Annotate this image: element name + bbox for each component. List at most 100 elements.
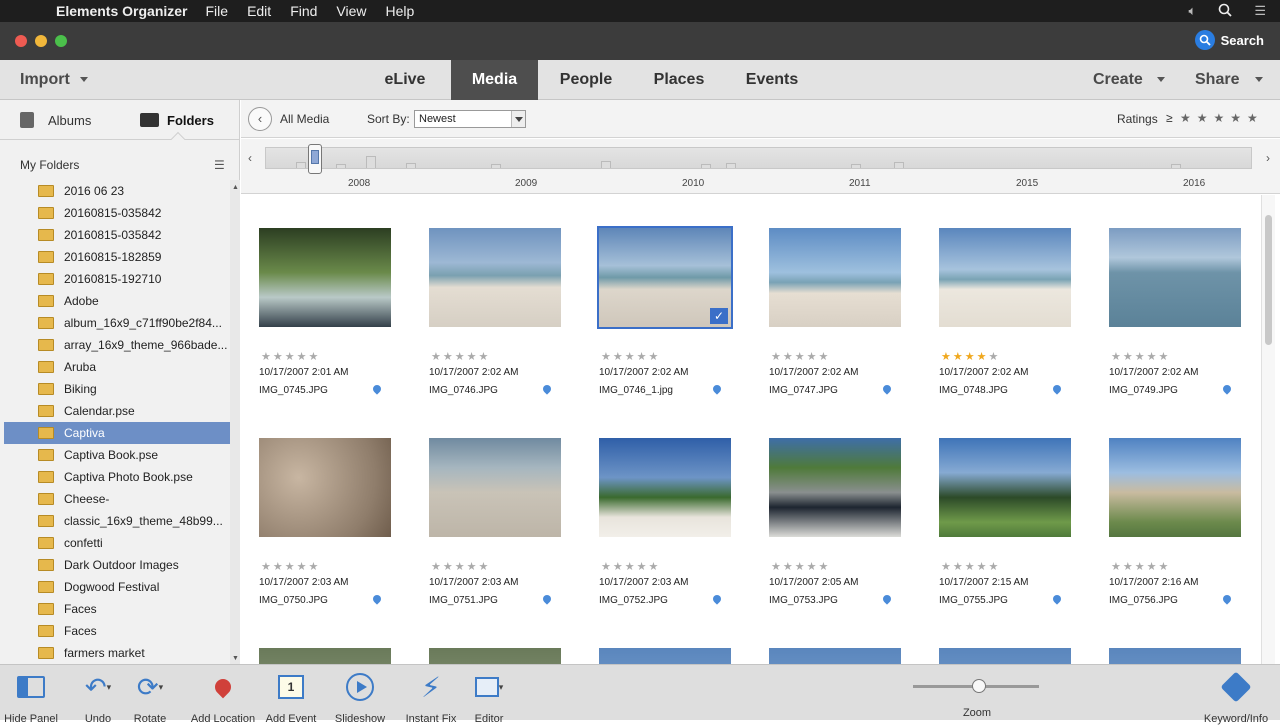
hide-panel-button[interactable]: Hide Panel bbox=[0, 669, 66, 725]
photo-thumbnail[interactable]: ✓ bbox=[597, 226, 733, 329]
photo-rating-stars[interactable]: ★★★★★ bbox=[261, 350, 320, 363]
location-pin-icon[interactable] bbox=[881, 383, 893, 395]
folder-item[interactable]: album_16x9_c71ff90be2f84... bbox=[4, 312, 230, 334]
create-dropdown[interactable]: Create bbox=[1093, 60, 1165, 100]
folder-item[interactable]: classic_16x9_theme_48b99... bbox=[4, 510, 230, 532]
location-pin-icon[interactable] bbox=[711, 593, 723, 605]
scroll-up-icon[interactable]: ▲ bbox=[232, 184, 239, 191]
timeline-right-arrow-icon[interactable]: › bbox=[1266, 151, 1270, 165]
menu-find[interactable]: Find bbox=[290, 3, 317, 19]
photo-thumbnail[interactable] bbox=[769, 438, 901, 537]
location-pin-icon[interactable] bbox=[1051, 593, 1063, 605]
tab-events[interactable]: Events bbox=[732, 60, 812, 100]
import-dropdown[interactable]: Import bbox=[20, 60, 88, 100]
timeline[interactable]: ‹ 2008 2009 2010 2011 2015 2016 › bbox=[241, 139, 1280, 194]
photo-thumbnail[interactable] bbox=[429, 228, 561, 327]
photo-thumbnail[interactable] bbox=[259, 438, 391, 537]
add-location-button[interactable]: Add Location bbox=[187, 669, 259, 725]
photo-thumbnail[interactable] bbox=[599, 438, 731, 537]
photo-rating-stars[interactable]: ★★★★★ bbox=[771, 560, 830, 573]
tab-media[interactable]: Media bbox=[451, 60, 538, 100]
folder-item[interactable]: farmers market bbox=[4, 642, 230, 664]
folder-item[interactable]: Dogwood Festival bbox=[4, 576, 230, 598]
location-pin-icon[interactable] bbox=[881, 593, 893, 605]
photo-thumbnail[interactable] bbox=[769, 228, 901, 327]
photo-thumbnail[interactable] bbox=[939, 228, 1071, 327]
folder-item[interactable]: Adobe bbox=[4, 290, 230, 312]
keyword-info-button[interactable]: Keyword/Info bbox=[1198, 669, 1274, 725]
photo-rating-stars[interactable]: ★★★★★ bbox=[601, 560, 660, 573]
timeline-track[interactable] bbox=[265, 144, 1252, 174]
location-pin-icon[interactable] bbox=[371, 593, 383, 605]
photo-thumbnail[interactable] bbox=[1109, 648, 1241, 664]
folder-item[interactable]: 2016 06 23 bbox=[4, 180, 230, 202]
volume-icon[interactable]: 🔈︎ bbox=[1189, 3, 1197, 19]
photo-rating-stars[interactable]: ★★★★★ bbox=[431, 350, 490, 363]
menu-view[interactable]: View bbox=[336, 3, 366, 19]
share-dropdown[interactable]: Share bbox=[1195, 60, 1264, 100]
menu-edit[interactable]: Edit bbox=[247, 3, 271, 19]
folder-item[interactable]: Cheese- bbox=[4, 488, 230, 510]
location-pin-icon[interactable] bbox=[1051, 383, 1063, 395]
location-pin-icon[interactable] bbox=[711, 383, 723, 395]
folder-list-scrollbar[interactable]: ▲ ▼ bbox=[230, 180, 240, 664]
folder-item[interactable]: array_16x9_theme_966bade... bbox=[4, 334, 230, 356]
folder-item[interactable]: Aruba bbox=[4, 356, 230, 378]
menu-file[interactable]: File bbox=[206, 3, 229, 19]
ratings-filter-stars[interactable]: ★★★★★ bbox=[1180, 111, 1264, 125]
slideshow-button[interactable]: Slideshow bbox=[325, 669, 395, 725]
list-options-icon[interactable]: ☰ bbox=[214, 158, 225, 172]
app-name-menu[interactable]: Elements Organizer bbox=[56, 3, 188, 19]
folder-item[interactable]: Captiva Book.pse bbox=[4, 444, 230, 466]
location-pin-icon[interactable] bbox=[1221, 383, 1233, 395]
close-window-button[interactable] bbox=[15, 35, 27, 47]
folder-item[interactable]: 20160815-192710 bbox=[4, 268, 230, 290]
photo-rating-stars[interactable]: ★★★★★ bbox=[941, 560, 1000, 573]
folder-item[interactable]: 20160815-182859 bbox=[4, 246, 230, 268]
photo-thumbnail[interactable] bbox=[1109, 438, 1241, 537]
folder-item[interactable]: Dark Outdoor Images bbox=[4, 554, 230, 576]
menu-help[interactable]: Help bbox=[386, 3, 415, 19]
timeline-slider-handle[interactable] bbox=[308, 144, 322, 174]
media-grid-scrollbar[interactable] bbox=[1261, 195, 1275, 664]
photo-rating-stars[interactable]: ★★★★★ bbox=[1111, 350, 1170, 363]
location-pin-icon[interactable] bbox=[371, 383, 383, 395]
location-pin-icon[interactable] bbox=[541, 593, 553, 605]
search-button[interactable]: Search bbox=[1194, 29, 1264, 51]
add-event-button[interactable]: 1 Add Event bbox=[256, 669, 326, 725]
photo-rating-stars[interactable]: ★★★★★ bbox=[261, 560, 320, 573]
sort-by-select[interactable]: Newest bbox=[414, 110, 526, 128]
photo-rating-stars[interactable]: ★★★★★ bbox=[771, 350, 830, 363]
photo-thumbnail[interactable] bbox=[259, 228, 391, 327]
folder-item[interactable]: Faces bbox=[4, 598, 230, 620]
folder-item[interactable]: Calendar.pse bbox=[4, 400, 230, 422]
folder-item[interactable]: Captiva Photo Book.pse bbox=[4, 466, 230, 488]
location-pin-icon[interactable] bbox=[541, 383, 553, 395]
tab-elive[interactable]: eLive bbox=[367, 60, 443, 100]
all-media-label[interactable]: All Media bbox=[280, 112, 329, 126]
photo-thumbnail[interactable] bbox=[769, 648, 901, 664]
rotate-button[interactable]: ⟳ ▾ Rotate bbox=[115, 669, 185, 725]
folder-item[interactable]: Biking bbox=[4, 378, 230, 400]
timeline-left-arrow-icon[interactable]: ‹ bbox=[248, 151, 252, 165]
photo-rating-stars[interactable]: ★★★★★ bbox=[941, 350, 1000, 363]
ratings-operator[interactable]: ≥ bbox=[1166, 111, 1173, 125]
zoom-slider-handle[interactable] bbox=[972, 679, 986, 693]
photo-thumbnail[interactable] bbox=[429, 438, 561, 537]
photo-thumbnail[interactable] bbox=[1109, 228, 1241, 327]
folder-item[interactable]: confetti bbox=[4, 532, 230, 554]
folder-item[interactable]: Faces bbox=[4, 620, 230, 642]
minimize-window-button[interactable] bbox=[35, 35, 47, 47]
photo-rating-stars[interactable]: ★★★★★ bbox=[431, 560, 490, 573]
photo-rating-stars[interactable]: ★★★★★ bbox=[1111, 560, 1170, 573]
notification-center-icon[interactable]: ☰ bbox=[1254, 3, 1266, 19]
folder-item[interactable]: Captiva bbox=[4, 422, 230, 444]
photo-thumbnail[interactable] bbox=[939, 648, 1071, 664]
photo-thumbnail[interactable] bbox=[599, 648, 731, 664]
photo-thumbnail[interactable] bbox=[939, 438, 1071, 537]
zoom-window-button[interactable] bbox=[55, 35, 67, 47]
location-pin-icon[interactable] bbox=[1221, 593, 1233, 605]
tab-people[interactable]: People bbox=[546, 60, 626, 100]
photo-rating-stars[interactable]: ★★★★★ bbox=[601, 350, 660, 363]
photo-thumbnail[interactable] bbox=[429, 648, 561, 664]
